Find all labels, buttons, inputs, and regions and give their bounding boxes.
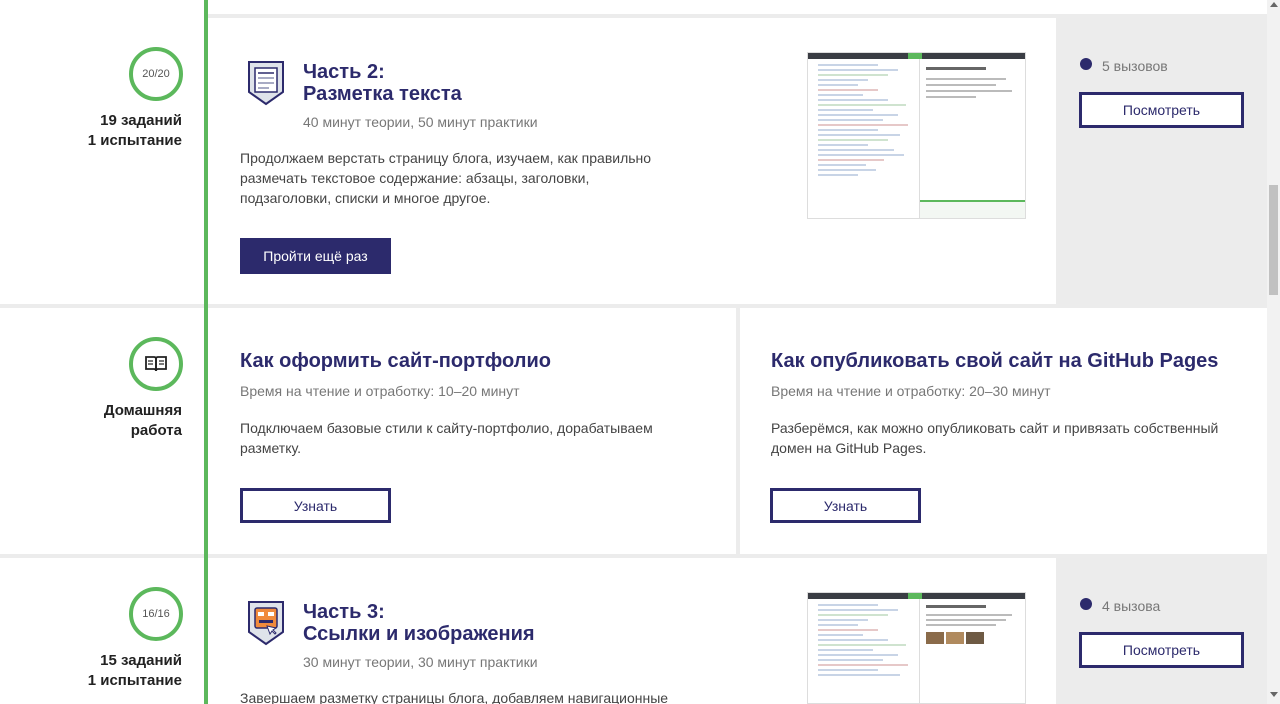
homework-title[interactable]: Как оформить сайт-портфолио [240, 350, 720, 372]
lesson-title-line1: Часть 2: [303, 61, 385, 83]
retry-button[interactable]: Пройти ещё раз [240, 238, 391, 274]
lesson-duration: 40 минут теории, 50 минут практики [303, 114, 538, 130]
scrollbar-thumb[interactable] [1269, 185, 1278, 295]
homework-circle [129, 337, 183, 391]
document-badge-icon [247, 60, 285, 106]
homework-label: Домашняя работа [0, 401, 182, 441]
lesson-stats: 19 заданий 1 испытание [0, 111, 182, 151]
homework-description: Разберёмся, как можно опубликовать сайт … [771, 420, 1219, 456]
tasks-count: 15 заданий [100, 652, 182, 669]
homework-duration: Время на чтение и отработку: 20–30 минут [771, 383, 1051, 399]
tasks-count: 19 заданий [100, 112, 182, 129]
progress-text: 16/16 [142, 608, 170, 620]
lesson-stats: 15 заданий 1 испытание [0, 651, 182, 691]
book-icon [145, 356, 167, 372]
progress-circle: 20/20 [129, 47, 183, 101]
lesson-side-panel [1056, 558, 1267, 704]
scrollbar[interactable] [1267, 0, 1280, 704]
progress-circle: 16/16 [129, 587, 183, 641]
scroll-up-arrow-icon[interactable] [1270, 2, 1278, 7]
lesson-title-line1: Часть 3: [303, 601, 385, 623]
lesson-title[interactable]: Часть 2: Разметка текста [303, 61, 703, 105]
homework-label-line1: Домашняя [103, 402, 182, 419]
view-button[interactable]: Посмотреть [1079, 92, 1244, 128]
divider [0, 304, 206, 308]
tests-count: 1 испытание [87, 132, 182, 149]
lesson-title-line2: Разметка текста [303, 83, 462, 105]
homework-duration: Время на чтение и отработку: 10–20 минут [240, 383, 520, 399]
tests-count: 1 испытание [87, 672, 182, 689]
learn-more-button[interactable]: Узнать [770, 488, 921, 523]
timeline-line [204, 0, 208, 704]
homework-label-line2: работа [130, 422, 182, 439]
divider [0, 554, 206, 558]
progress-text: 20/20 [142, 68, 170, 80]
lesson-title[interactable]: Часть 3: Ссылки и изображения [303, 601, 703, 645]
previous-lesson-card [208, 0, 1267, 14]
image-badge-icon [247, 600, 285, 646]
calls-indicator [1080, 598, 1092, 610]
lesson-description: Продолжаем верстать страницу блога, изуч… [240, 150, 652, 206]
calls-indicator [1080, 58, 1092, 70]
view-button[interactable]: Посмотреть [1079, 632, 1244, 668]
learn-more-button[interactable]: Узнать [240, 488, 391, 523]
calls-count: 4 вызова [1102, 598, 1161, 614]
homework-description: Подключаем базовые стили к сайту-портфол… [240, 420, 653, 456]
lesson-description: Завершаем разметку страницы блога, добав… [240, 690, 669, 704]
homework-title[interactable]: Как опубликовать свой сайт на GitHub Pag… [771, 350, 1251, 372]
lesson-title-line2: Ссылки и изображения [303, 623, 535, 645]
scroll-down-arrow-icon[interactable] [1270, 692, 1278, 697]
lesson-preview-image[interactable] [807, 592, 1026, 704]
lesson-preview-image[interactable] [807, 52, 1026, 219]
lesson-duration: 30 минут теории, 30 минут практики [303, 654, 538, 670]
calls-count: 5 вызовов [1102, 58, 1168, 74]
